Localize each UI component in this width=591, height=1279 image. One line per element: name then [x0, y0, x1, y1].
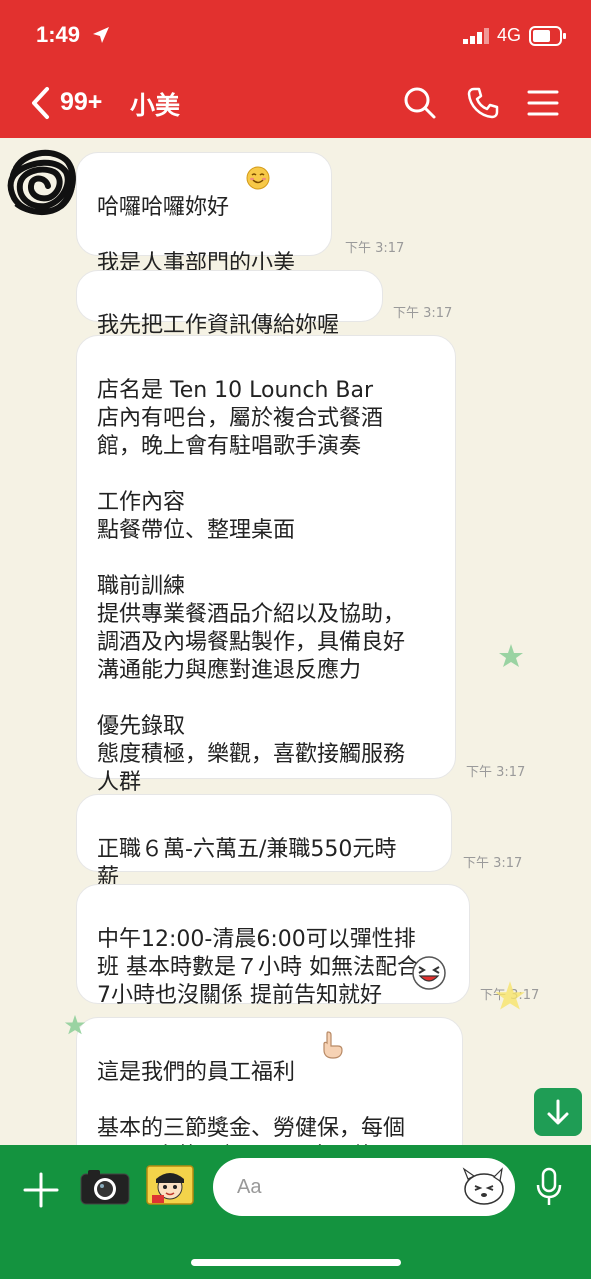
signal-icon [463, 28, 489, 44]
back-chevron-icon[interactable] [28, 86, 52, 120]
message-time: 下午 3:17 [345, 241, 405, 256]
avatar[interactable] [6, 148, 78, 216]
status-time: 1:49 [36, 22, 81, 47]
message-bubble[interactable]: 店名是 Ten 10 Lounch Bar 店內有吧台，屬於複合式餐酒 館，晚上… [76, 335, 456, 795]
chat-title: 小美 [130, 91, 181, 120]
message-time: 下午 3:17 [393, 306, 453, 321]
chat-input-bar [0, 1145, 591, 1279]
emoji-icon[interactable] [460, 1167, 506, 1207]
message-bubble[interactable]: 哈囉哈囉妳好 我是人事部門的小美 [76, 152, 332, 276]
message-text: 中午12:00-清晨6:00可以彈性排 班 基本時數是７小時 如無法配合 7小時… [97, 927, 419, 1008]
phone-icon[interactable] [466, 86, 500, 120]
smile-emoji-icon [246, 166, 270, 190]
star-decoration-icon [495, 981, 525, 1010]
menu-icon[interactable] [526, 86, 560, 120]
home-indicator [191, 1259, 401, 1266]
camera-icon[interactable] [80, 1169, 130, 1205]
arrow-down-icon [547, 1099, 569, 1125]
message-text: 正職６萬-六萬五/兼職550元時 薪 [97, 837, 397, 890]
pointing-hand-emoji-icon [323, 1031, 343, 1059]
image-icon[interactable] [146, 1165, 194, 1205]
grin-emoji-icon [412, 956, 446, 990]
message-time: 下午 3:17 [463, 856, 523, 871]
message-bubble[interactable]: 正職６萬-六萬五/兼職550元時 薪 [76, 794, 452, 890]
message-text: 哈囉哈囉妳好 我是人事部門的小美 [97, 195, 296, 276]
location-arrow-icon [93, 27, 109, 43]
battery-icon [529, 26, 566, 46]
message-text: 店名是 Ten 10 Lounch Bar 店內有吧台，屬於複合式餐酒 館，晚上… [97, 378, 406, 795]
unread-count[interactable]: 99+ [60, 88, 102, 117]
message-bubble[interactable]: 我先把工作資訊傳給妳喔 [76, 270, 383, 338]
mic-icon[interactable] [536, 1167, 562, 1207]
scroll-to-bottom-button[interactable] [534, 1088, 582, 1136]
network-type: 4G [497, 25, 522, 45]
plus-icon[interactable] [22, 1171, 60, 1209]
message-time: 下午 3:17 [466, 765, 526, 780]
message-bubble[interactable]: 中午12:00-清晨6:00可以彈性排 班 基本時數是７小時 如無法配合 7小時… [76, 884, 470, 1008]
star-decoration-icon [64, 1014, 86, 1035]
chat-header: 1:49 4G 99+ 小美 [0, 0, 591, 138]
star-decoration-icon [499, 644, 523, 667]
search-icon[interactable] [403, 86, 437, 120]
